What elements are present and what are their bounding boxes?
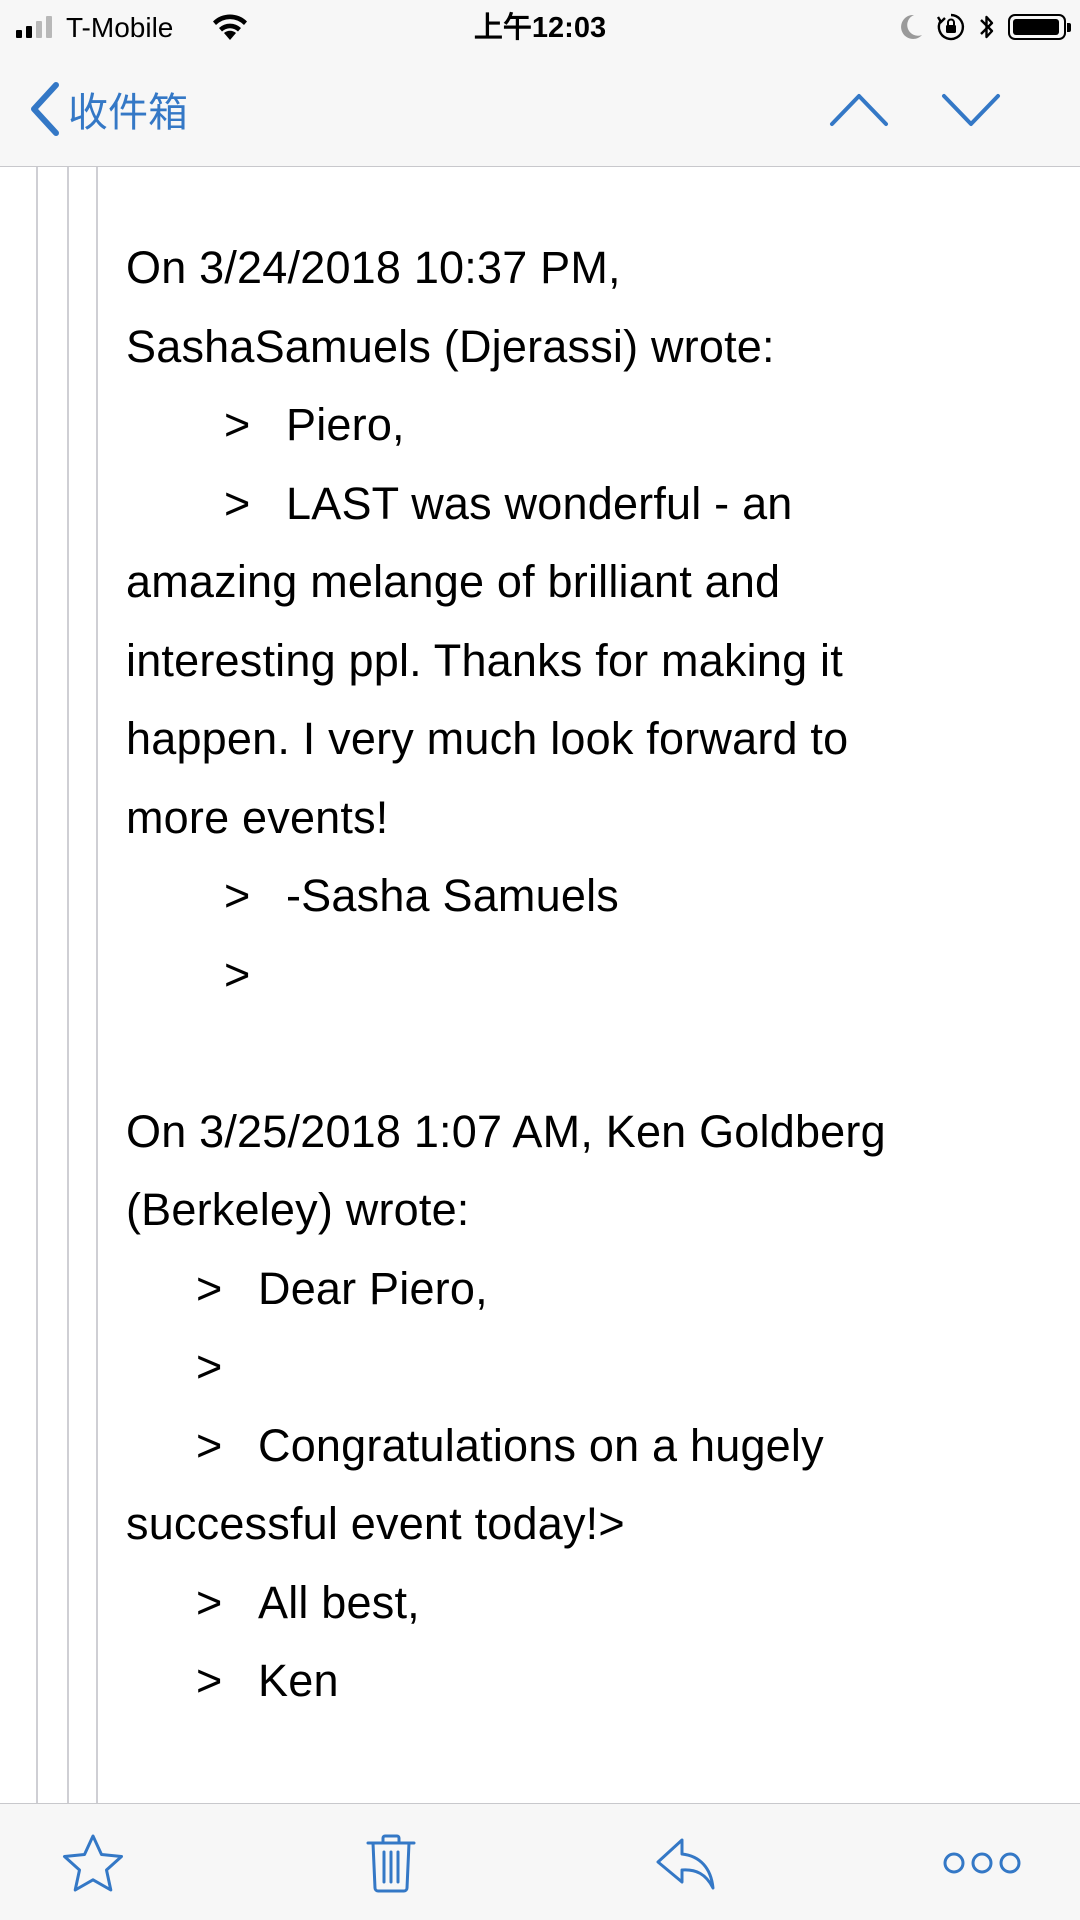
quote-marker: > — [224, 399, 251, 450]
text-line: SashaSamuels (Djerassi) wrote: — [126, 320, 775, 372]
back-button[interactable]: 收件箱 — [28, 74, 188, 144]
navigation-bar: 收件箱 — [0, 56, 1080, 167]
quote-marker: > — [196, 1262, 223, 1314]
back-label: 收件箱 — [68, 90, 188, 136]
quoted-line: > — [126, 936, 1026, 1015]
quoted-line: > Piero, — [126, 386, 1026, 465]
quoted-text: Ken — [258, 1655, 339, 1706]
quoted-text: Congratulations on a hugely — [258, 1419, 824, 1471]
text-line: happen. I very much look forward to — [126, 713, 849, 764]
text-line: more events! — [126, 791, 389, 843]
more-button[interactable] — [940, 1832, 1021, 1894]
bottom-toolbar — [0, 1803, 1080, 1920]
quoted-line: > Congratulations on a hugely — [126, 1407, 1026, 1486]
flag-button[interactable] — [60, 1832, 126, 1894]
trash-button[interactable] — [358, 1832, 424, 1894]
more-icon — [943, 1852, 1021, 1874]
text-line: amazing melange of brilliant and — [126, 556, 781, 607]
status-bar: T-Mobile 上午12:03 — [0, 0, 1080, 56]
quote-marker: > — [196, 1655, 223, 1706]
quoted-line: > All best, — [126, 1564, 1026, 1643]
star-icon — [63, 1834, 123, 1892]
battery-fill — [1013, 19, 1059, 35]
chevron-left-icon — [31, 82, 59, 136]
quoted-line: > -Sasha Samuels — [126, 857, 1026, 936]
chevron-up-icon — [830, 94, 888, 126]
quoted-text: All best, — [258, 1576, 420, 1628]
quoted-line: > Ken — [126, 1642, 1026, 1721]
quoted-email-text: On 3/24/2018 10:37 PM, SashaSamuels (Dje… — [126, 229, 1026, 1721]
moon-icon — [901, 14, 922, 39]
text-line: interesting ppl. Thanks for making it — [126, 634, 843, 686]
text-line: successful event today!> — [126, 1498, 625, 1549]
status-indicators — [898, 10, 1071, 44]
text-line: (Berkeley) wrote: — [126, 1184, 470, 1235]
battery-nub — [1067, 23, 1071, 32]
reply-button[interactable] — [652, 1832, 718, 1894]
quote-bar — [67, 167, 69, 1803]
quoted-text: Dear Piero, — [258, 1262, 488, 1314]
quoted-text: -Sasha Samuels — [286, 870, 619, 921]
chevron-down-icon — [942, 94, 1000, 126]
quoted-line: > Dear Piero, — [126, 1250, 1026, 1329]
bluetooth-icon — [980, 15, 994, 39]
quote-marker: > — [196, 1341, 223, 1392]
trash-icon — [366, 1834, 416, 1893]
quote-marker: > — [196, 1419, 223, 1471]
battery-icon — [1008, 14, 1071, 40]
quoted-line: > LAST was wonderful - an — [126, 465, 1026, 544]
quote-marker: > — [196, 1576, 223, 1628]
quote-marker: > — [224, 870, 251, 921]
next-message-button[interactable] — [938, 80, 1004, 140]
previous-message-button[interactable] — [826, 80, 892, 140]
quoted-text: Piero, — [286, 399, 405, 450]
orientation-lock-icon — [936, 13, 965, 41]
text-line: On 3/24/2018 10:37 PM, — [126, 242, 621, 293]
quote-bar — [36, 167, 38, 1803]
quoted-text: LAST was wonderful - an — [286, 477, 793, 529]
quote-marker: > — [224, 477, 251, 529]
message-body[interactable]: On 3/24/2018 10:37 PM, SashaSamuels (Dje… — [0, 167, 1080, 1803]
quote-marker: > — [224, 948, 251, 1000]
quoted-line: > — [126, 1328, 1026, 1407]
text-line: On 3/25/2018 1:07 AM, Ken Goldberg — [126, 1105, 886, 1157]
reply-icon — [656, 1838, 715, 1890]
quote-bar — [96, 167, 98, 1803]
